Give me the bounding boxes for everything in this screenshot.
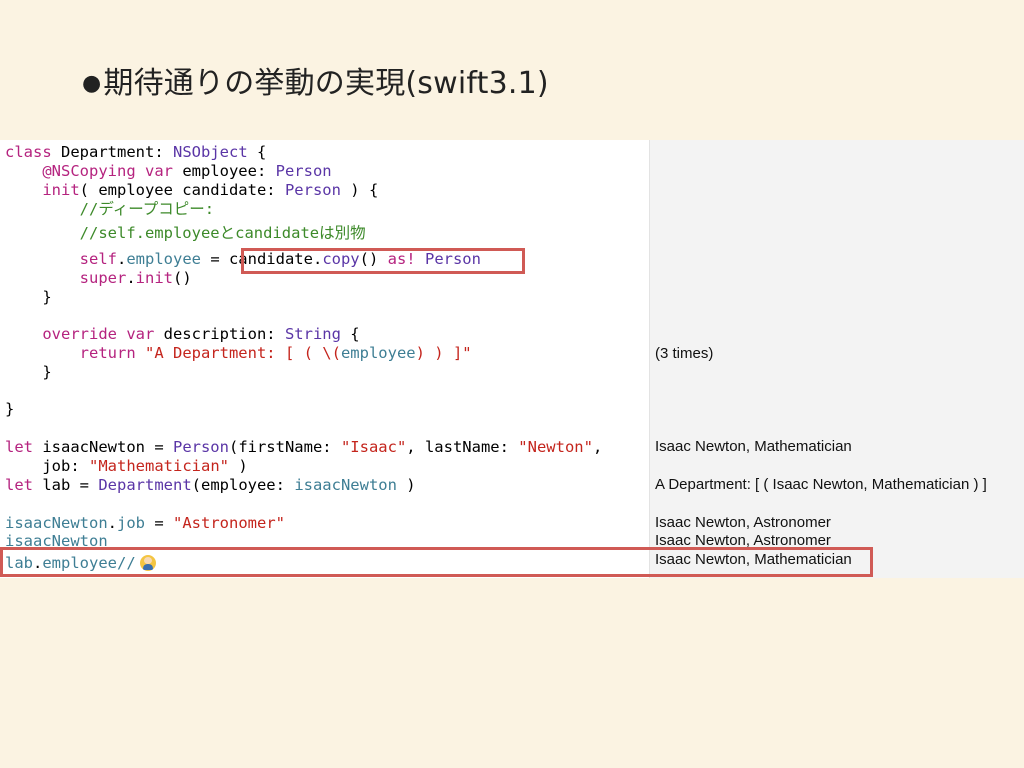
code-line-15[interactable]: let lab = Department(employee: isaacNewt… xyxy=(5,476,416,495)
comment-token: //ディープコピー: xyxy=(5,200,215,218)
code-token: } xyxy=(5,363,52,381)
code-token: (firstName: xyxy=(228,438,341,456)
code-line-2[interactable]: @NSCopying var employee: Person xyxy=(5,162,332,181)
code-token: ) xyxy=(228,457,248,475)
code-token: } xyxy=(5,288,52,306)
keyword-token: let xyxy=(5,476,33,494)
code-line-5[interactable]: //self.employeeとcandidateは別物 xyxy=(5,224,366,243)
code-token: isaacNewton = xyxy=(33,438,173,456)
code-line-4[interactable]: //ディープコピー: xyxy=(5,200,215,219)
keyword-token: var xyxy=(116,325,155,343)
code-token: , xyxy=(592,438,603,456)
code-token: . xyxy=(126,269,136,287)
code-line-16[interactable]: isaacNewton.job = "Astronomer" xyxy=(5,514,285,533)
code-line-13[interactable]: let isaacNewton = Person(firstName: "Isa… xyxy=(5,438,602,457)
code-token: job: xyxy=(5,457,89,475)
code-token: Department: xyxy=(51,143,173,161)
code-line-3[interactable]: init( employee candidate: Person ) { xyxy=(5,181,378,200)
playground-editor: class Department: NSObject { @NSCopying … xyxy=(0,140,1024,578)
property-token: employee xyxy=(340,344,416,362)
code-line-1[interactable]: class Department: NSObject { xyxy=(5,143,266,162)
code-line-10[interactable]: return "A Department: [ ( \(employee) ) … xyxy=(5,344,472,363)
code-token: ) { xyxy=(340,181,379,199)
slide-title: ●期待通りの挙動の実現(swift3.1) xyxy=(82,58,549,102)
string-token: "A Department: [ ( \( xyxy=(135,344,341,362)
keyword-token: var xyxy=(135,162,173,180)
property-token: isaacNewton xyxy=(294,476,397,494)
code-line-14[interactable]: job: "Mathematician" ) xyxy=(5,457,248,476)
code-token: . xyxy=(107,514,117,532)
keyword-token: let xyxy=(5,438,33,456)
code-token: () xyxy=(173,269,192,287)
string-token: "Isaac" xyxy=(340,438,407,456)
keyword-token: init xyxy=(5,181,80,199)
highlight-copy-expression xyxy=(241,248,525,274)
code-token: ) xyxy=(396,476,416,494)
code-token: { xyxy=(340,325,360,343)
string-token: "Mathematician" xyxy=(89,457,229,475)
type-token: NSObject xyxy=(173,143,248,161)
type-token: Person xyxy=(275,162,332,180)
keyword-token: override xyxy=(5,325,117,343)
keyword-token: return xyxy=(5,344,136,362)
type-token: Department xyxy=(98,476,192,494)
code-token: employee: xyxy=(172,162,276,180)
keyword-token: class xyxy=(5,143,52,161)
code-token: (employee: xyxy=(191,476,295,494)
string-token: "Astronomer" xyxy=(173,514,285,532)
code-token: { xyxy=(247,143,267,161)
type-token: Person xyxy=(172,438,229,456)
type-token: String xyxy=(284,325,341,343)
code-line-8[interactable]: } xyxy=(5,288,52,307)
keyword-token: super xyxy=(5,269,127,287)
code-token: } xyxy=(5,400,15,418)
result-isaac-newton[interactable]: Isaac Newton, Mathematician xyxy=(655,437,852,456)
bullet-icon: ● xyxy=(82,71,102,96)
keyword-token: self xyxy=(5,250,117,268)
result-description[interactable]: (3 times) xyxy=(655,344,713,363)
code-line-12[interactable]: } xyxy=(5,400,14,419)
code-line-7[interactable]: super.init() xyxy=(5,269,192,288)
code-token: lab = xyxy=(33,476,99,494)
property-token: isaacNewton xyxy=(5,514,108,532)
string-token: ) ) ]" xyxy=(415,344,472,362)
result-job-assign[interactable]: Isaac Newton, Astronomer xyxy=(655,513,831,532)
comment-token: //self.employeeとcandidateは別物 xyxy=(5,224,366,242)
result-lab[interactable]: A Department: [ ( Isaac Newton, Mathemat… xyxy=(655,475,987,494)
code-line-9[interactable]: override var description: String { xyxy=(5,325,360,344)
code-token: description: xyxy=(154,325,285,343)
code-token: = xyxy=(145,514,173,532)
string-token: "Newton" xyxy=(518,438,593,456)
type-token: Person xyxy=(284,181,341,199)
slide-title-text: 期待通りの挙動の実現(swift3.1) xyxy=(103,66,549,101)
code-token: . xyxy=(116,250,127,268)
property-token: employee xyxy=(126,250,201,268)
code-token: , lastName: xyxy=(406,438,519,456)
code-token: ( employee candidate: xyxy=(79,181,285,199)
property-token: job xyxy=(117,514,145,532)
attribute-token: @NSCopying xyxy=(5,162,136,180)
highlight-lab-employee-row xyxy=(0,547,873,577)
keyword-token: init xyxy=(135,269,173,287)
code-line-11[interactable]: } xyxy=(5,363,52,382)
